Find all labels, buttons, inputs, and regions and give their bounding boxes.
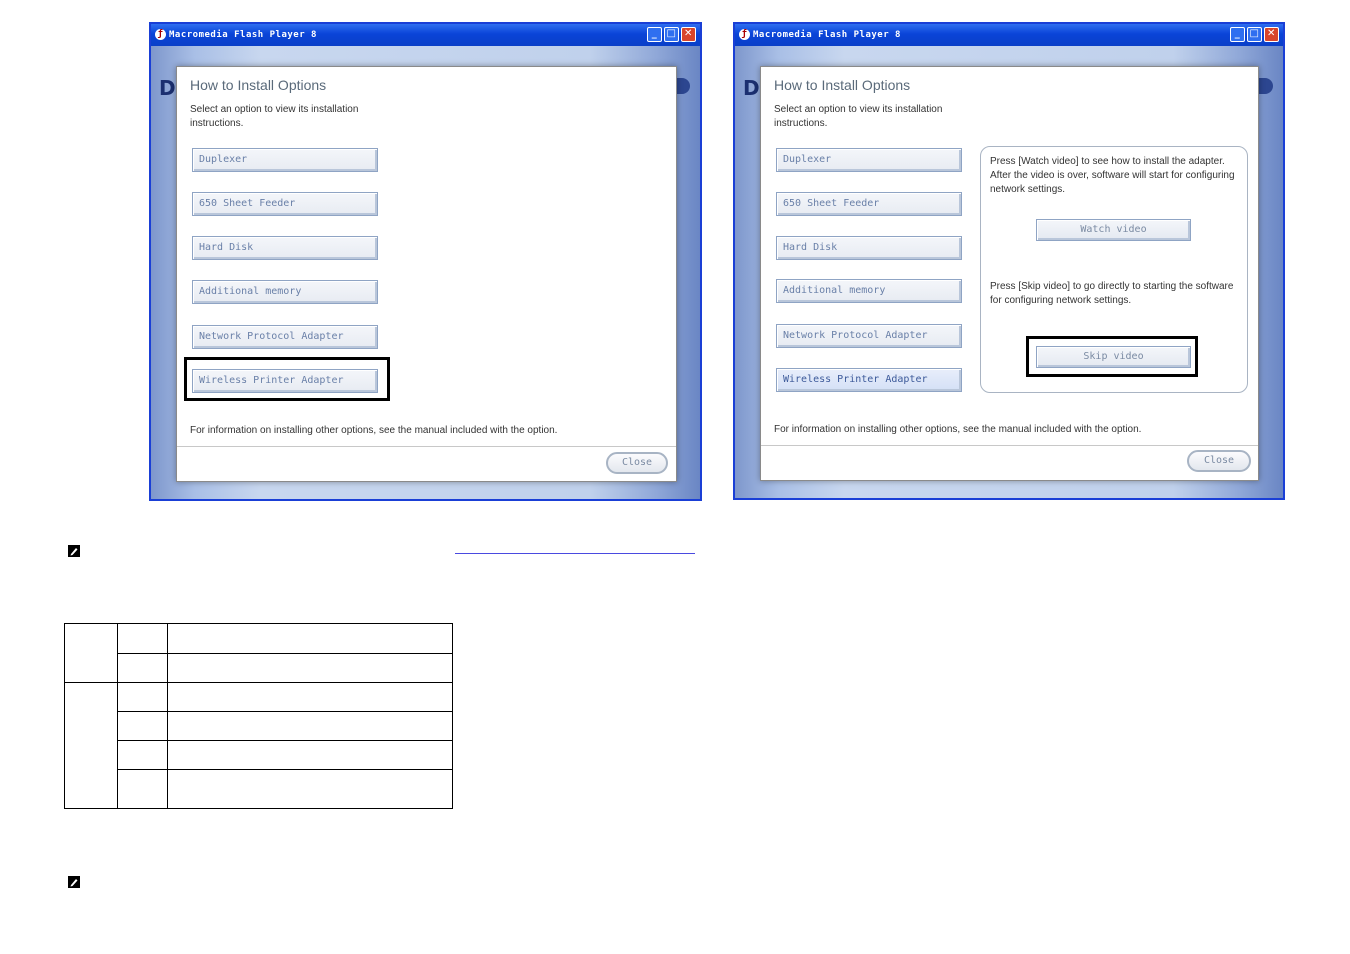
option-hard-disk[interactable]: Hard Disk	[192, 236, 378, 260]
dialog-title: How to Install Options	[190, 77, 327, 93]
option-wireless-printer-adapter[interactable]: Wireless Printer Adapter	[776, 368, 962, 392]
table-row	[64, 623, 453, 683]
title-bar: ƒ Macromedia Flash Player 8 _ □ ✕	[151, 24, 700, 46]
video-info-panel: Press [Watch video] to see how to instal…	[980, 146, 1248, 393]
maximize-button[interactable]: □	[664, 27, 679, 42]
install-options-dialog: How to Install Options Select an option …	[760, 66, 1259, 481]
table-row	[65, 769, 453, 809]
dialog-subtitle: Select an option to view its installatio…	[774, 104, 943, 129]
options-table	[64, 623, 453, 809]
table-row	[65, 711, 453, 741]
option-network-protocol-adapter[interactable]: Network Protocol Adapter	[192, 325, 378, 349]
watch-video-text: Press [Watch video] to see how to instal…	[990, 156, 1235, 195]
dialog-separator	[761, 445, 1258, 446]
minimize-button[interactable]: _	[647, 27, 662, 42]
table-row	[65, 653, 453, 683]
dialog-footer-note: For information on installing other opti…	[190, 425, 558, 436]
window-title: Macromedia Flash Player 8	[753, 30, 901, 40]
watch-video-button[interactable]: Watch video	[1036, 219, 1191, 241]
option-duplexer[interactable]: Duplexer	[776, 148, 962, 172]
flash-player-icon: ƒ	[739, 29, 750, 40]
window-title: Macromedia Flash Player 8	[169, 30, 317, 40]
dialog-close-button[interactable]: Close	[606, 452, 668, 474]
background-logo: D	[159, 76, 176, 100]
option-650-sheet-feeder[interactable]: 650 Sheet Feeder	[192, 192, 378, 216]
table-row	[64, 682, 453, 809]
close-window-button[interactable]: ✕	[681, 27, 696, 42]
note-pencil-icon	[68, 876, 80, 888]
note-pencil-icon	[68, 545, 80, 557]
close-window-button[interactable]: ✕	[1264, 27, 1279, 42]
table-row	[65, 740, 453, 770]
option-additional-memory[interactable]: Additional memory	[192, 280, 378, 304]
skip-video-text: Press [Skip video] to go directly to sta…	[990, 281, 1234, 306]
dialog-close-button[interactable]: Close	[1187, 450, 1251, 472]
option-duplexer[interactable]: Duplexer	[192, 148, 378, 172]
option-additional-memory[interactable]: Additional memory	[776, 279, 962, 303]
install-options-dialog: How to Install Options Select an option …	[176, 66, 677, 482]
right-screenshot: ƒ Macromedia Flash Player 8 _ □ ✕ D How …	[733, 22, 1285, 500]
minimize-button[interactable]: _	[1230, 27, 1245, 42]
reference-link-underline[interactable]	[455, 553, 695, 554]
highlight-box	[1026, 336, 1198, 377]
option-650-sheet-feeder[interactable]: 650 Sheet Feeder	[776, 192, 962, 216]
title-bar: ƒ Macromedia Flash Player 8 _ □ ✕	[735, 24, 1283, 46]
dialog-footer-note: For information on installing other opti…	[774, 424, 1142, 435]
maximize-button[interactable]: □	[1247, 27, 1262, 42]
background-logo: D	[743, 76, 760, 100]
left-screenshot: ƒ Macromedia Flash Player 8 _ □ ✕ D How …	[149, 22, 702, 501]
dialog-subtitle: Select an option to view its installatio…	[190, 104, 359, 129]
highlight-box	[184, 357, 390, 401]
flash-player-icon: ƒ	[155, 29, 166, 40]
option-hard-disk[interactable]: Hard Disk	[776, 236, 962, 260]
option-network-protocol-adapter[interactable]: Network Protocol Adapter	[776, 324, 962, 348]
dialog-separator	[177, 446, 676, 447]
dialog-title: How to Install Options	[774, 77, 911, 93]
